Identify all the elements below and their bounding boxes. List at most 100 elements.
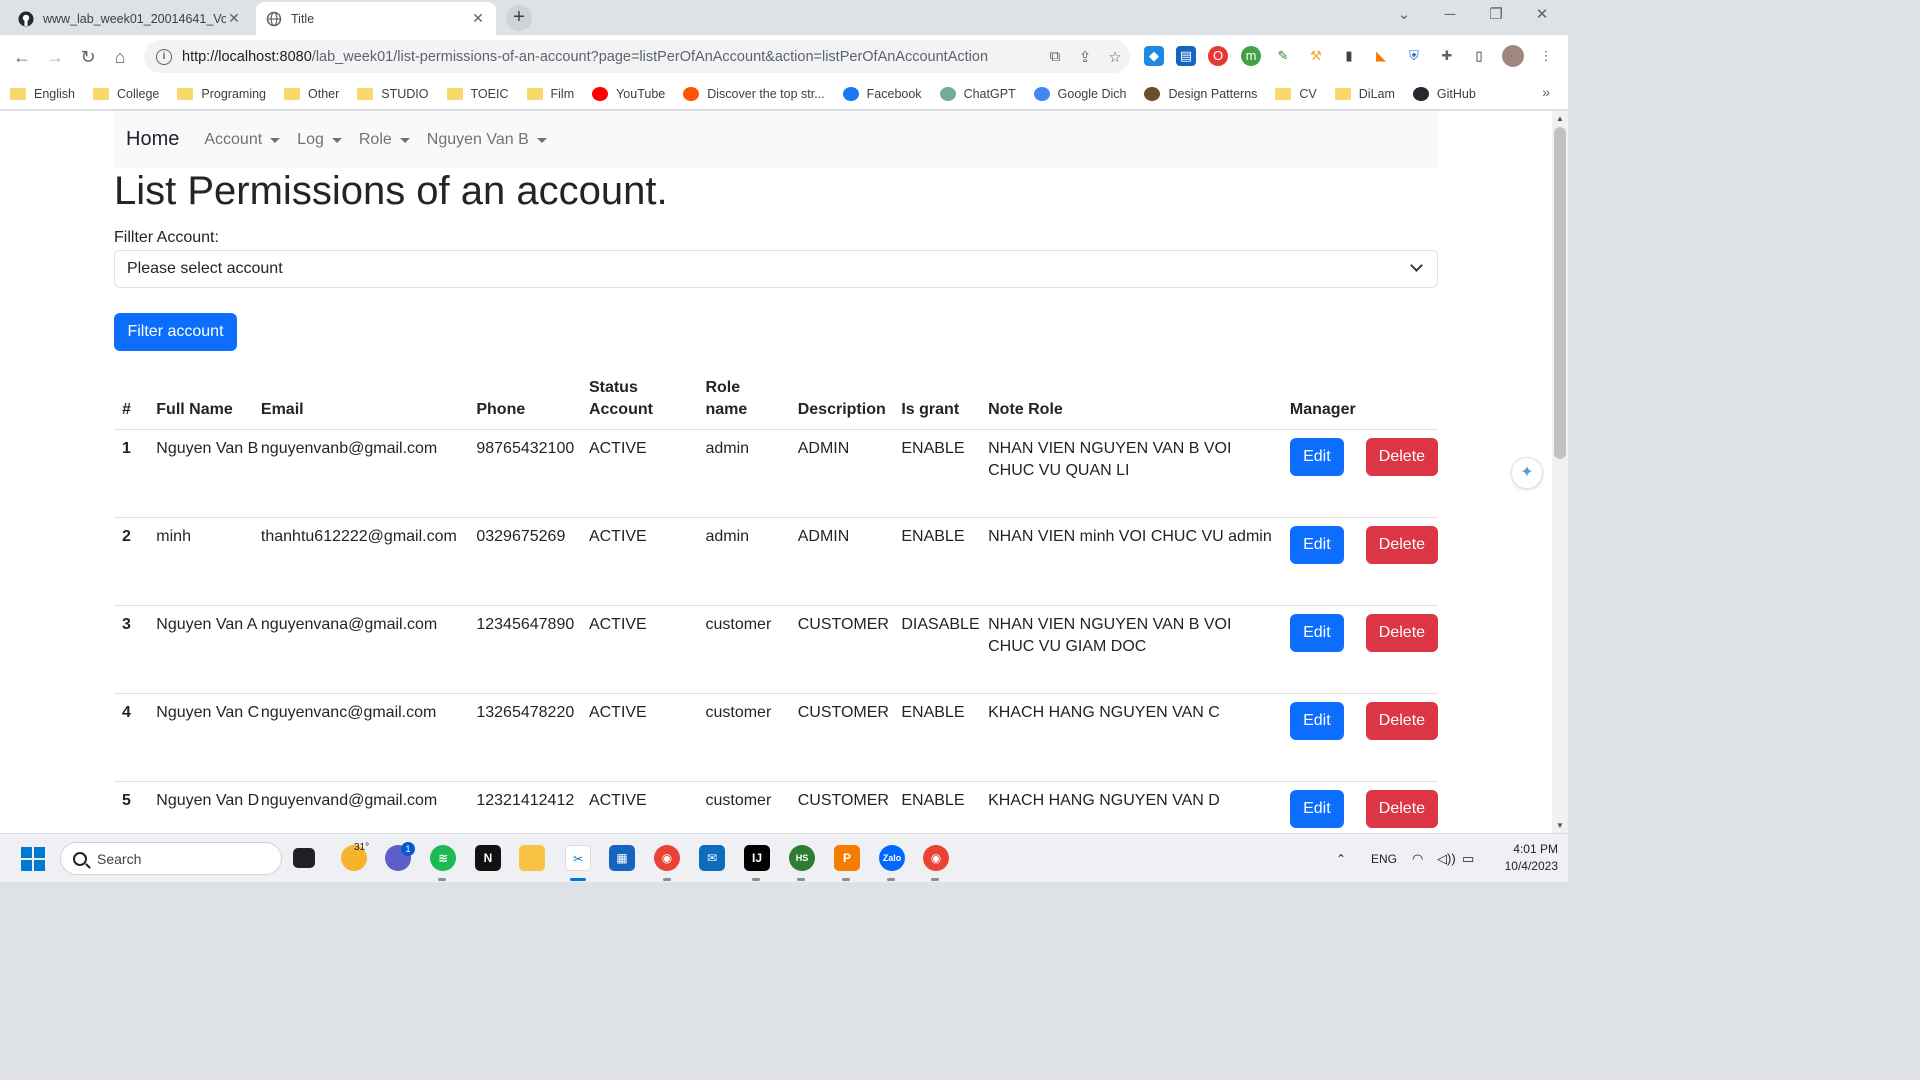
bookmark-label: DiLam [1358, 86, 1395, 101]
edit-button[interactable]: Edit [1289, 790, 1344, 828]
close-window-icon[interactable]: ✕ [1519, 0, 1565, 32]
page-scrollbar[interactable]: ▲ ▼ [1552, 111, 1568, 833]
bookmark-item[interactable]: English [10, 87, 75, 101]
translate-icon[interactable]: ⧉ [1040, 48, 1070, 65]
hs-app-icon[interactable]: HS [789, 845, 815, 871]
bookmark-item[interactable]: DiLam [1334, 86, 1395, 101]
nav-item-account[interactable]: Account [204, 131, 281, 149]
battery-icon[interactable]: ▭ [1462, 834, 1474, 883]
minimize-icon[interactable]: ─ [1427, 0, 1473, 32]
metamask-extension-icon[interactable]: ◣ [1371, 46, 1391, 66]
back-icon[interactable]: ← [9, 44, 35, 70]
chatgpt-floating-icon[interactable]: ✦ [1511, 457, 1543, 489]
reload-icon[interactable]: ↻ [75, 44, 101, 70]
pdf-app-icon[interactable]: P [834, 845, 860, 871]
show-hidden-icons-chevron-icon[interactable]: ⌃ [1336, 834, 1346, 883]
running-indicator [797, 878, 805, 881]
bookmark-item[interactable]: STUDIO [357, 87, 429, 101]
delete-button[interactable]: Delete [1365, 526, 1438, 564]
volume-icon[interactable]: ◁)) [1437, 834, 1456, 883]
language-indicator[interactable]: ENG [1371, 834, 1397, 883]
notion-icon[interactable]: N [475, 845, 501, 871]
bookmark-item[interactable]: YouTube [592, 86, 665, 101]
battery-extension-icon[interactable]: ▮ [1339, 46, 1359, 66]
save-extension-icon[interactable]: ▤ [1176, 46, 1196, 66]
snipping-tool-icon[interactable]: ✂ [565, 845, 591, 871]
bookmark-item[interactable]: GitHub [1412, 86, 1476, 101]
nav-item-log[interactable]: Log [297, 131, 342, 149]
edit-button[interactable]: Edit [1289, 526, 1344, 564]
browser-tab-active[interactable]: Title ✕ [256, 2, 496, 35]
hammer-extension-icon[interactable]: ⚒ [1306, 46, 1326, 66]
close-tab-icon[interactable]: ✕ [470, 10, 486, 27]
home-icon[interactable]: ⌂ [107, 44, 133, 70]
shield-extension-icon[interactable]: ⛨ [1404, 46, 1424, 66]
maximize-icon[interactable]: ❐ [1473, 0, 1519, 32]
new-tab-button[interactable]: + [506, 5, 532, 31]
bookmark-item[interactable]: Film [526, 87, 574, 101]
edit-button[interactable]: Edit [1289, 614, 1344, 652]
cell-phone: 12321412412 [476, 781, 589, 833]
profile-avatar[interactable] [1502, 45, 1524, 67]
delete-button[interactable]: Delete [1365, 702, 1438, 740]
intellij-icon[interactable]: IJ [744, 845, 770, 871]
bookmark-item[interactable]: Programing [177, 87, 266, 101]
close-tab-icon[interactable]: ✕ [226, 10, 242, 27]
delete-button[interactable]: Delete [1365, 614, 1438, 652]
tab-search-chevron-icon[interactable]: ⌄ [1381, 0, 1427, 32]
spotify-icon[interactable]: ≋ [430, 845, 456, 871]
share-icon[interactable]: ⇪ [1070, 48, 1100, 66]
account-select[interactable]: Please select account [114, 250, 1438, 288]
nav-item-role[interactable]: Role [359, 131, 410, 149]
site-info-icon[interactable]: i [156, 48, 172, 65]
dropbox-extension-icon[interactable]: ◆ [1144, 46, 1164, 66]
chevron-down-icon [1410, 259, 1423, 272]
browser-tab-github[interactable]: www_lab_week01_20014641_Vo ✕ [8, 2, 252, 35]
system-clock[interactable]: 4:01 PM 10/4/2023 [1490, 841, 1558, 875]
side-panel-icon[interactable]: ▯ [1469, 46, 1489, 66]
bookmark-item[interactable]: TOEIC [446, 87, 509, 101]
filter-account-button[interactable]: Filter account [114, 313, 237, 351]
bookmark-item[interactable]: Google Dich [1033, 86, 1126, 101]
taskbar-search[interactable]: Search [60, 842, 282, 875]
scroll-down-icon[interactable]: ▼ [1556, 821, 1564, 830]
delete-button[interactable]: Delete [1365, 438, 1438, 476]
forward-icon[interactable]: → [42, 44, 68, 70]
scroll-up-icon[interactable]: ▲ [1556, 114, 1564, 123]
file-explorer-icon[interactable] [519, 845, 545, 871]
task-view-icon[interactable] [293, 848, 315, 868]
url-text[interactable]: http://localhost:8080/lab_week01/list-pe… [182, 49, 1040, 65]
delete-button[interactable]: Delete [1365, 790, 1438, 828]
color-picker-extension-icon[interactable]: ✎ [1273, 46, 1293, 66]
microsoft-store-icon[interactable]: ▦ [609, 845, 635, 871]
edit-button[interactable]: Edit [1289, 702, 1344, 740]
more-bookmarks-icon[interactable]: » [1542, 84, 1550, 100]
bookmark-item[interactable]: ChatGPT [939, 86, 1016, 101]
bookmark-item[interactable]: Design Patterns [1144, 86, 1257, 101]
scrollbar-thumb[interactable] [1554, 127, 1566, 459]
cell-num: 4 [114, 693, 157, 782]
chrome-icon[interactable]: ◉ [923, 845, 949, 871]
chrome-icon[interactable]: ◉ [654, 845, 680, 871]
extensions-puzzle-icon[interactable]: ✚ [1437, 46, 1457, 66]
youtube-icon [592, 86, 609, 101]
bookmark-item[interactable]: Other [284, 87, 339, 101]
grammar-extension-icon[interactable]: m [1241, 46, 1261, 66]
browser-menu-icon[interactable]: ⋮ [1536, 46, 1556, 66]
nav-item-user[interactable]: Nguyen Van B [427, 131, 547, 149]
bookmark-item[interactable]: College [93, 87, 159, 101]
edit-button[interactable]: Edit [1289, 438, 1344, 476]
wifi-icon[interactable]: ◠ [1412, 834, 1423, 883]
opera-extension-icon[interactable]: O [1208, 46, 1228, 66]
header-status-account: Status Account [588, 373, 706, 430]
bookmark-item[interactable]: Discover the top str... [683, 86, 825, 101]
zalo-icon[interactable]: Zalo [879, 845, 905, 871]
mail-icon[interactable]: ✉ [699, 845, 725, 871]
bookmark-item[interactable]: CV [1275, 87, 1317, 101]
table-row: 1 Nguyen Van Bnguyenvanb@gmail.com 9876543… [114, 429, 1438, 518]
navbar-brand-home[interactable]: Home [126, 128, 179, 151]
address-bar[interactable]: i http://localhost:8080/lab_week01/list-… [144, 40, 1130, 73]
bookmark-star-icon[interactable]: ☆ [1100, 48, 1130, 66]
bookmark-item[interactable]: Facebook [842, 86, 922, 101]
windows-start-icon[interactable] [21, 847, 45, 871]
